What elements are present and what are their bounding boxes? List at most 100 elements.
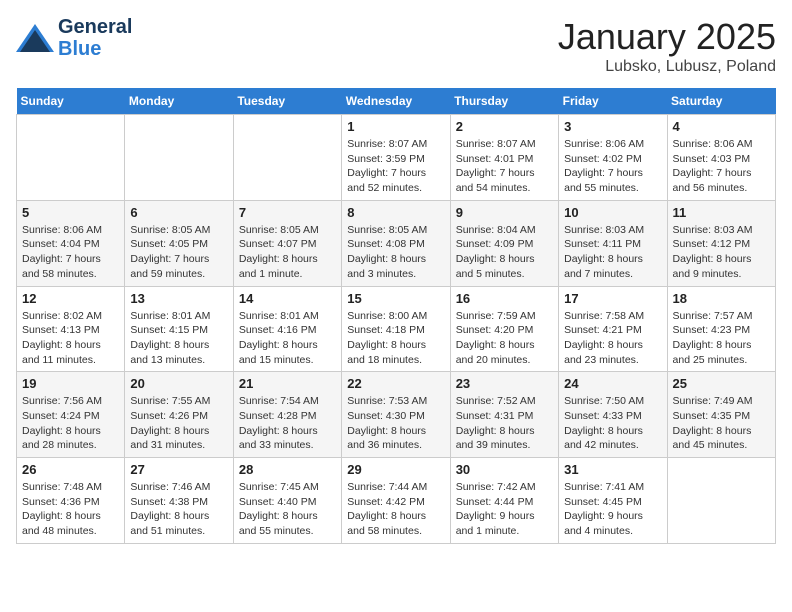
logo: General Blue [16, 16, 132, 60]
day-number: 25 [673, 376, 770, 391]
day-number: 2 [456, 119, 553, 134]
day-info: Sunrise: 7:41 AM Sunset: 4:45 PM Dayligh… [564, 480, 661, 539]
logo-blue: Blue [58, 38, 132, 60]
day-info: Sunrise: 8:05 AM Sunset: 4:07 PM Dayligh… [239, 223, 336, 282]
day-info: Sunrise: 8:04 AM Sunset: 4:09 PM Dayligh… [456, 223, 553, 282]
day-info: Sunrise: 7:59 AM Sunset: 4:20 PM Dayligh… [456, 309, 553, 368]
day-info: Sunrise: 8:01 AM Sunset: 4:16 PM Dayligh… [239, 309, 336, 368]
day-info: Sunrise: 7:46 AM Sunset: 4:38 PM Dayligh… [130, 480, 227, 539]
day-number: 10 [564, 205, 661, 220]
calendar-cell: 30 Sunrise: 7:42 AM Sunset: 4:44 PM Dayli… [450, 458, 558, 544]
day-number: 29 [347, 462, 444, 477]
calendar-cell: 20 Sunrise: 7:55 AM Sunset: 4:26 PM Dayli… [125, 372, 233, 458]
day-number: 13 [130, 291, 227, 306]
calendar-week-row: 19 Sunrise: 7:56 AM Sunset: 4:24 PM Dayli… [17, 372, 776, 458]
calendar-cell: 19 Sunrise: 7:56 AM Sunset: 4:24 PM Dayli… [17, 372, 125, 458]
day-number: 20 [130, 376, 227, 391]
calendar-cell: 28 Sunrise: 7:45 AM Sunset: 4:40 PM Dayli… [233, 458, 341, 544]
day-info: Sunrise: 7:49 AM Sunset: 4:35 PM Dayligh… [673, 394, 770, 453]
day-info: Sunrise: 7:54 AM Sunset: 4:28 PM Dayligh… [239, 394, 336, 453]
calendar-title: January 2025 [558, 16, 776, 58]
weekday-header: Tuesday [233, 88, 341, 115]
day-info: Sunrise: 7:55 AM Sunset: 4:26 PM Dayligh… [130, 394, 227, 453]
day-info: Sunrise: 7:50 AM Sunset: 4:33 PM Dayligh… [564, 394, 661, 453]
day-info: Sunrise: 7:53 AM Sunset: 4:30 PM Dayligh… [347, 394, 444, 453]
calendar-week-row: 26Sunrise: 7:48 AM Sunset: 4:36 PM Dayli… [17, 458, 776, 544]
calendar-cell: 27Sunrise: 7:46 AM Sunset: 4:38 PM Dayli… [125, 458, 233, 544]
day-info: Sunrise: 8:07 AM Sunset: 4:01 PM Dayligh… [456, 137, 553, 196]
day-info: Sunrise: 8:05 AM Sunset: 4:05 PM Dayligh… [130, 223, 227, 282]
day-info: Sunrise: 8:02 AM Sunset: 4:13 PM Dayligh… [22, 309, 119, 368]
calendar-cell: 6 Sunrise: 8:05 AM Sunset: 4:05 PM Daylig… [125, 200, 233, 286]
day-info: Sunrise: 7:57 AM Sunset: 4:23 PM Dayligh… [673, 309, 770, 368]
weekday-header: Saturday [667, 88, 775, 115]
day-info: Sunrise: 7:48 AM Sunset: 4:36 PM Dayligh… [22, 480, 119, 539]
weekday-header: Monday [125, 88, 233, 115]
day-info: Sunrise: 8:06 AM Sunset: 4:03 PM Dayligh… [673, 137, 770, 196]
day-number: 9 [456, 205, 553, 220]
calendar-cell: 24Sunrise: 7:50 AM Sunset: 4:33 PM Dayli… [559, 372, 667, 458]
calendar-week-row: 5 Sunrise: 8:06 AM Sunset: 4:04 PM Daylig… [17, 200, 776, 286]
calendar-week-row: 1 Sunrise: 8:07 AM Sunset: 3:59 PM Daylig… [17, 115, 776, 201]
title-block: January 2025 Lubsko, Lubusz, Poland [558, 16, 776, 76]
weekday-header: Wednesday [342, 88, 450, 115]
calendar-cell: 8Sunrise: 8:05 AM Sunset: 4:08 PM Daylig… [342, 200, 450, 286]
calendar-cell: 23Sunrise: 7:52 AM Sunset: 4:31 PM Dayli… [450, 372, 558, 458]
day-number: 12 [22, 291, 119, 306]
day-number: 30 [456, 462, 553, 477]
weekday-header: Sunday [17, 88, 125, 115]
calendar-cell: 10Sunrise: 8:03 AM Sunset: 4:11 PM Dayli… [559, 200, 667, 286]
calendar-cell [17, 115, 125, 201]
calendar-cell: 17 Sunrise: 7:58 AM Sunset: 4:21 PM Dayli… [559, 286, 667, 372]
calendar-cell: 7Sunrise: 8:05 AM Sunset: 4:07 PM Daylig… [233, 200, 341, 286]
calendar-cell: 13Sunrise: 8:01 AM Sunset: 4:15 PM Dayli… [125, 286, 233, 372]
calendar-cell [667, 458, 775, 544]
calendar-cell: 9 Sunrise: 8:04 AM Sunset: 4:09 PM Daylig… [450, 200, 558, 286]
day-info: Sunrise: 7:42 AM Sunset: 4:44 PM Dayligh… [456, 480, 553, 539]
day-number: 18 [673, 291, 770, 306]
weekday-header: Friday [559, 88, 667, 115]
day-info: Sunrise: 8:06 AM Sunset: 4:02 PM Dayligh… [564, 137, 661, 196]
day-number: 15 [347, 291, 444, 306]
day-number: 19 [22, 376, 119, 391]
weekday-header: Thursday [450, 88, 558, 115]
day-number: 6 [130, 205, 227, 220]
calendar-cell: 26Sunrise: 7:48 AM Sunset: 4:36 PM Dayli… [17, 458, 125, 544]
calendar-cell: 18 Sunrise: 7:57 AM Sunset: 4:23 PM Dayli… [667, 286, 775, 372]
day-number: 17 [564, 291, 661, 306]
logo-general: General [58, 16, 132, 38]
day-info: Sunrise: 7:56 AM Sunset: 4:24 PM Dayligh… [22, 394, 119, 453]
day-number: 8 [347, 205, 444, 220]
calendar-cell: 16Sunrise: 7:59 AM Sunset: 4:20 PM Dayli… [450, 286, 558, 372]
calendar-cell: 2 Sunrise: 8:07 AM Sunset: 4:01 PM Daylig… [450, 115, 558, 201]
day-number: 21 [239, 376, 336, 391]
logo-icon [16, 24, 54, 52]
day-info: Sunrise: 7:44 AM Sunset: 4:42 PM Dayligh… [347, 480, 444, 539]
day-number: 1 [347, 119, 444, 134]
calendar-cell: 11Sunrise: 8:03 AM Sunset: 4:12 PM Dayli… [667, 200, 775, 286]
calendar-cell: 4 Sunrise: 8:06 AM Sunset: 4:03 PM Daylig… [667, 115, 775, 201]
calendar-cell: 22Sunrise: 7:53 AM Sunset: 4:30 PM Dayli… [342, 372, 450, 458]
day-info: Sunrise: 8:07 AM Sunset: 3:59 PM Dayligh… [347, 137, 444, 196]
day-info: Sunrise: 8:03 AM Sunset: 4:12 PM Dayligh… [673, 223, 770, 282]
calendar-cell: 1 Sunrise: 8:07 AM Sunset: 3:59 PM Daylig… [342, 115, 450, 201]
day-info: Sunrise: 8:00 AM Sunset: 4:18 PM Dayligh… [347, 309, 444, 368]
day-number: 4 [673, 119, 770, 134]
calendar-cell [125, 115, 233, 201]
page-header: General Blue January 2025 Lubsko, Lubusz… [16, 16, 776, 76]
day-number: 28 [239, 462, 336, 477]
calendar-cell: 29 Sunrise: 7:44 AM Sunset: 4:42 PM Dayli… [342, 458, 450, 544]
calendar-cell: 25 Sunrise: 7:49 AM Sunset: 4:35 PM Dayli… [667, 372, 775, 458]
calendar-cell: 15 Sunrise: 8:00 AM Sunset: 4:18 PM Dayli… [342, 286, 450, 372]
day-number: 5 [22, 205, 119, 220]
day-number: 3 [564, 119, 661, 134]
day-info: Sunrise: 7:45 AM Sunset: 4:40 PM Dayligh… [239, 480, 336, 539]
day-info: Sunrise: 7:58 AM Sunset: 4:21 PM Dayligh… [564, 309, 661, 368]
day-info: Sunrise: 8:06 AM Sunset: 4:04 PM Dayligh… [22, 223, 119, 282]
calendar-cell: 12 Sunrise: 8:02 AM Sunset: 4:13 PM Dayli… [17, 286, 125, 372]
weekday-header-row: SundayMondayTuesdayWednesdayThursdayFrid… [17, 88, 776, 115]
calendar-subtitle: Lubsko, Lubusz, Poland [558, 58, 776, 76]
calendar-cell: 14Sunrise: 8:01 AM Sunset: 4:16 PM Dayli… [233, 286, 341, 372]
calendar-cell: 21 Sunrise: 7:54 AM Sunset: 4:28 PM Dayli… [233, 372, 341, 458]
calendar-table: SundayMondayTuesdayWednesdayThursdayFrid… [16, 88, 776, 544]
